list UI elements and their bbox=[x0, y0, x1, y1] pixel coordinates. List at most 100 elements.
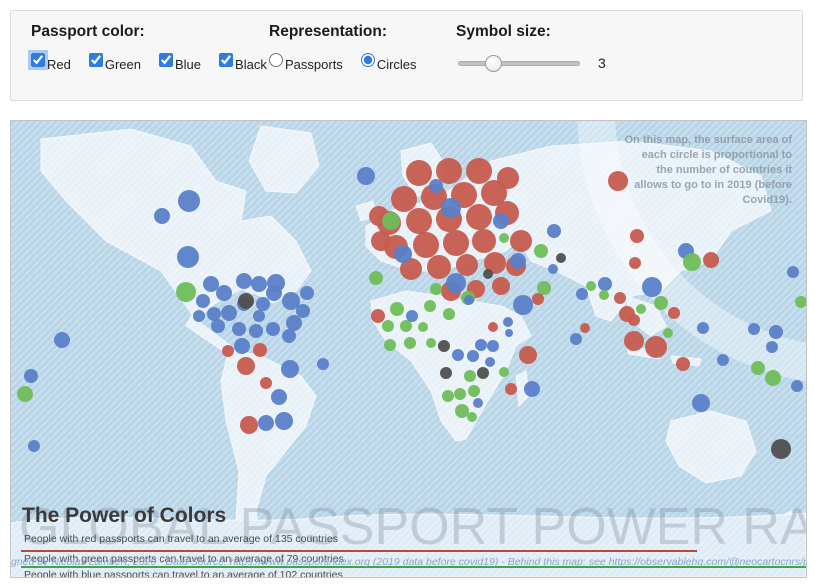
country-circle[interactable] bbox=[282, 329, 296, 343]
country-circle[interactable] bbox=[253, 310, 265, 322]
country-circle[interactable] bbox=[400, 320, 412, 332]
country-circle[interactable] bbox=[286, 315, 302, 331]
country-circle[interactable] bbox=[221, 305, 237, 321]
country-circle[interactable] bbox=[442, 390, 454, 402]
country-circle[interactable] bbox=[654, 296, 668, 310]
country-circle[interactable] bbox=[454, 388, 466, 400]
country-circle[interactable] bbox=[207, 307, 221, 321]
country-circle[interactable] bbox=[28, 440, 40, 452]
country-circle[interactable] bbox=[296, 304, 310, 318]
country-circle[interactable] bbox=[537, 281, 551, 295]
country-circle[interactable] bbox=[275, 412, 293, 430]
country-circle[interactable] bbox=[524, 381, 540, 397]
country-circle[interactable] bbox=[234, 338, 250, 354]
country-circle[interactable] bbox=[697, 322, 709, 334]
country-circle[interactable] bbox=[629, 257, 641, 269]
country-circle[interactable] bbox=[599, 290, 609, 300]
country-circle[interactable] bbox=[547, 224, 561, 238]
country-circle[interactable] bbox=[683, 253, 701, 271]
country-circle[interactable] bbox=[281, 360, 299, 378]
country-circle[interactable] bbox=[473, 398, 483, 408]
country-circle[interactable] bbox=[748, 323, 760, 335]
country-circle[interactable] bbox=[436, 158, 462, 184]
country-circle[interactable] bbox=[505, 383, 517, 395]
country-circle[interactable] bbox=[676, 357, 690, 371]
country-circle[interactable] bbox=[406, 160, 432, 186]
country-circle[interactable] bbox=[580, 323, 590, 333]
country-circle[interactable] bbox=[499, 233, 509, 243]
country-circle[interactable] bbox=[534, 244, 548, 258]
country-circle[interactable] bbox=[532, 293, 544, 305]
country-circle[interactable] bbox=[427, 255, 451, 279]
country-circle[interactable] bbox=[193, 310, 205, 322]
country-circle[interactable] bbox=[251, 276, 267, 292]
country-circle[interactable] bbox=[630, 229, 644, 243]
country-circle[interactable] bbox=[418, 322, 428, 332]
checkbox-blue[interactable] bbox=[159, 53, 173, 67]
country-circle[interactable] bbox=[178, 190, 200, 212]
country-circle[interactable] bbox=[441, 198, 461, 218]
country-circle[interactable] bbox=[492, 277, 510, 295]
country-circle[interactable] bbox=[404, 337, 416, 349]
country-circle[interactable] bbox=[266, 285, 282, 301]
country-circle[interactable] bbox=[513, 295, 533, 315]
country-circle[interactable] bbox=[485, 357, 495, 367]
checkbox-red-label[interactable]: Red bbox=[31, 53, 71, 72]
country-circle[interactable] bbox=[369, 271, 383, 285]
country-circle[interactable] bbox=[176, 282, 196, 302]
country-circle[interactable] bbox=[717, 354, 729, 366]
country-circle[interactable] bbox=[357, 167, 375, 185]
radio-passports-label[interactable]: Passports bbox=[269, 53, 343, 72]
country-circle[interactable] bbox=[216, 285, 232, 301]
country-circle[interactable] bbox=[483, 269, 493, 279]
country-circle[interactable] bbox=[424, 300, 436, 312]
country-circle[interactable] bbox=[510, 230, 532, 252]
country-circle[interactable] bbox=[505, 329, 513, 337]
country-circle[interactable] bbox=[406, 310, 418, 322]
country-circle[interactable] bbox=[222, 345, 234, 357]
country-circle[interactable] bbox=[237, 357, 255, 375]
country-circle[interactable] bbox=[456, 254, 478, 276]
country-circle[interactable] bbox=[17, 386, 33, 402]
country-circle[interactable] bbox=[391, 186, 417, 212]
country-circle[interactable] bbox=[24, 369, 38, 383]
country-circle[interactable] bbox=[240, 416, 258, 434]
symbol-size-slider[interactable] bbox=[458, 55, 580, 71]
checkbox-blue-label[interactable]: Blue bbox=[159, 53, 201, 72]
country-circle[interactable] bbox=[692, 394, 710, 412]
country-circle[interactable] bbox=[668, 307, 680, 319]
checkbox-green-label[interactable]: Green bbox=[89, 53, 141, 72]
country-circle[interactable] bbox=[576, 288, 588, 300]
country-circle[interactable] bbox=[466, 204, 492, 230]
country-circle[interactable] bbox=[570, 333, 582, 345]
country-circle[interactable] bbox=[426, 338, 436, 348]
country-circle[interactable] bbox=[628, 314, 640, 326]
country-circle[interactable] bbox=[300, 286, 314, 300]
country-circle[interactable] bbox=[430, 283, 442, 295]
country-circle[interactable] bbox=[493, 213, 509, 229]
country-circle[interactable] bbox=[766, 341, 778, 353]
country-circle[interactable] bbox=[266, 322, 280, 336]
radio-circles-label[interactable]: Circles bbox=[361, 53, 417, 72]
country-circle[interactable] bbox=[467, 412, 477, 422]
country-circle[interactable] bbox=[510, 253, 526, 269]
country-circle[interactable] bbox=[382, 320, 394, 332]
country-circle[interactable] bbox=[443, 308, 455, 320]
country-circle[interactable] bbox=[429, 179, 443, 193]
country-circle[interactable] bbox=[232, 322, 246, 336]
country-circle[interactable] bbox=[260, 377, 272, 389]
country-circle[interactable] bbox=[477, 367, 489, 379]
country-circle[interactable] bbox=[472, 229, 496, 253]
country-circle[interactable] bbox=[488, 322, 498, 332]
country-circle[interactable] bbox=[258, 415, 274, 431]
country-circle[interactable] bbox=[503, 317, 513, 327]
country-circle[interactable] bbox=[446, 273, 466, 293]
country-circle[interactable] bbox=[464, 295, 474, 305]
country-circle[interactable] bbox=[238, 293, 254, 309]
country-circle[interactable] bbox=[787, 266, 799, 278]
country-circle[interactable] bbox=[249, 324, 263, 338]
country-circle[interactable] bbox=[177, 246, 199, 268]
country-circle[interactable] bbox=[390, 302, 404, 316]
checkbox-black-label[interactable]: Black bbox=[219, 53, 267, 72]
country-circle[interactable] bbox=[394, 245, 412, 263]
